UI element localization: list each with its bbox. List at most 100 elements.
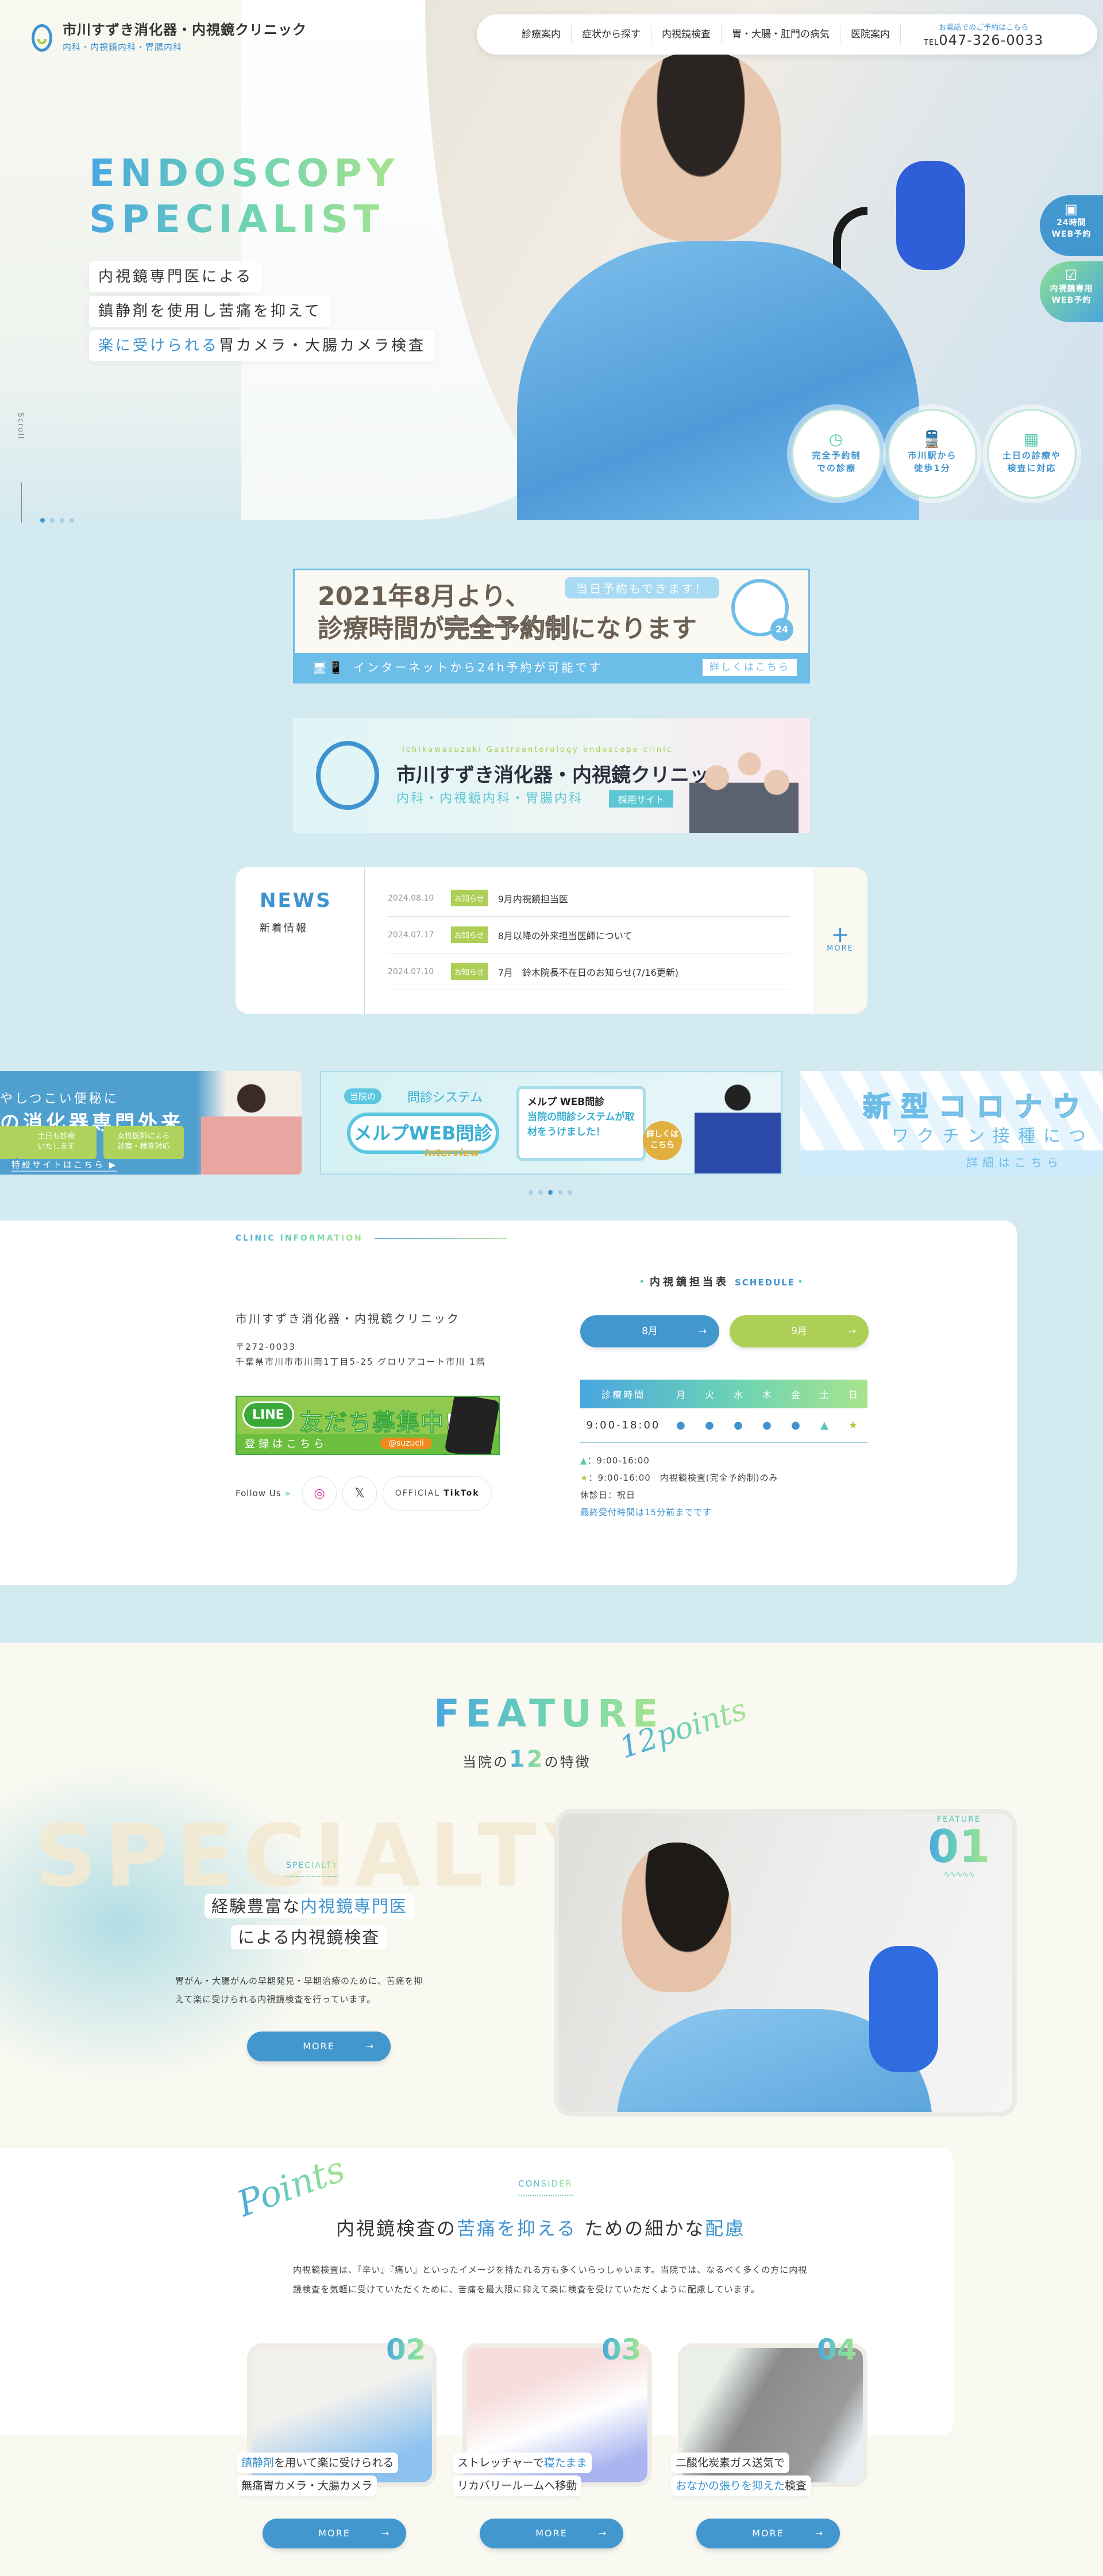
web-reservation-24h-button[interactable]: ▣ 24時間 WEB予約 — [1040, 195, 1103, 256]
news-item[interactable]: 2024.07.17 お知らせ 8月以降の外来担当医師について — [388, 917, 790, 953]
schedule-notes: ▲：9:00-16:00 ★：9:00-16:00 内視鏡検査(完全予約制)のみ… — [580, 1452, 778, 1521]
clock-icon: ◷ — [828, 430, 844, 449]
checklist-icon: ☑ — [1065, 267, 1078, 283]
clinic-name: 市川すずき消化器・内視鏡クリニック — [236, 1312, 460, 1326]
mark-cell: ▲ — [820, 1419, 828, 1431]
banner-chip: 土日も診療 いたします — [16, 1126, 97, 1159]
star-icon: ★ — [580, 1473, 589, 1483]
address: 千葉県市川市市川南1丁目5-25 グロリアコート市川 1階 — [236, 1357, 486, 1367]
point-more-button[interactable]: MORE → — [696, 2519, 840, 2548]
specialty-label: SPECIALTY — [286, 1861, 338, 1877]
instagram-icon[interactable]: ◎ — [302, 1476, 337, 1511]
recruit-en: Ichikawasuzuki Gastroenterology endoscop… — [402, 746, 673, 754]
banner-card: メルプ WEB問診 当院の問診システムが取材をうけました！ — [516, 1086, 646, 1161]
badge-number: 01 — [928, 1821, 990, 1873]
header-cell: 月 — [676, 1389, 685, 1400]
nav-item-diseases[interactable]: 胃・大腸・肛門の病気 — [722, 25, 840, 44]
special-site-link[interactable]: 特設サイトはこちら ▶ — [11, 1158, 118, 1172]
recruit-banner[interactable]: Ichikawasuzuki Gastroenterology endoscop… — [293, 718, 810, 833]
slider-dot[interactable] — [40, 518, 45, 523]
recruit-site-button[interactable]: 採用サイト — [609, 790, 674, 808]
banner-bar-text: インターネットから24h予約が可能です — [353, 661, 603, 674]
news-item[interactable]: 2024.07.10 お知らせ 7月 鈴木院長不在日のお知らせ(7/16更新) — [388, 953, 790, 990]
slider-dot[interactable] — [568, 1190, 572, 1195]
logo-name: 市川すずき消化器・内視鏡クリニック — [63, 22, 307, 38]
clock-badge: 24 — [770, 618, 793, 641]
point-more-button[interactable]: MORE → — [480, 2519, 623, 2548]
clinic-info-label: CLINIC INFORMATION — [236, 1234, 363, 1243]
carousel-banner-melp[interactable]: 当院の 問診システム メルプWEB問診 Interview メルプ WEB問診当… — [320, 1071, 782, 1175]
tiktok-button[interactable]: OFFICIAL TikTok — [383, 1476, 492, 1511]
slider-dot[interactable] — [548, 1190, 553, 1195]
banner-line2-pre: 診療時間が — [318, 614, 444, 643]
tel-prefix: TEL — [924, 38, 939, 47]
consider-label: CONSIDER — [518, 2179, 573, 2196]
scroll-indicator: Scroll — [16, 412, 25, 440]
details-link[interactable]: 詳細はこちら — [800, 1150, 1103, 1175]
recruit-name: 市川すずき消化器・内視鏡クリニック — [396, 764, 728, 787]
point-label-1: 二酸化炭素ガス送気で — [671, 2453, 790, 2473]
specialty-more-button[interactable]: MORE → — [247, 2032, 391, 2061]
news-title: 8月以降の外来担当医師について — [497, 930, 633, 941]
month-button-september[interactable]: 9月 → — [730, 1315, 869, 1347]
news-list: 2024.08.10 お知らせ 9月内視鏡担当医 2024.07.17 お知らせ 8月以… — [388, 867, 790, 990]
endoscopy-web-reservation-button[interactable]: ☑ 内視鏡専用 WEB予約 — [1040, 261, 1103, 322]
more-label: MORE — [827, 944, 854, 953]
tagline-rest: 胃カメラ・大腸カメラ検査 — [219, 337, 426, 354]
month-button-august[interactable]: 8月 → — [580, 1315, 719, 1347]
reservation-banner[interactable]: 2021年8月より、 診療時間が完全予約制になります 当日予約もできます！ 24… — [293, 569, 810, 683]
month-label: 8月 — [642, 1326, 658, 1337]
carousel-banner-digestive[interactable]: やしつこい便秘に の消化器専門外来 土日も診療 いたします 女性医師による 診察… — [0, 1071, 302, 1175]
clinic-logo[interactable]: 市川すずき消化器・内視鏡クリニック 内科・内視鏡内科・胃腸内科 — [32, 18, 307, 53]
slider-dot[interactable] — [538, 1190, 543, 1195]
slider-dot[interactable] — [70, 518, 74, 523]
specialty-watermark: SPECIALTY — [34, 1806, 615, 1906]
arrow-right-icon: → — [381, 2528, 390, 2539]
details-circle-button[interactable]: 詳しくはこちら — [643, 1121, 682, 1160]
banner-card-text: 当院の問診システムが取材をうけました！ — [527, 1111, 635, 1138]
news-more-button[interactable]: + MORE — [813, 867, 867, 1014]
feature-subtitle: 当院の12の特徴 — [462, 1746, 591, 1772]
line-id: @suzucli — [380, 1438, 432, 1449]
schedule-heading: ・内視鏡担当表 SCHEDULE・ — [637, 1276, 809, 1288]
plus-icon: + — [831, 922, 850, 947]
banner-interview: Interview — [425, 1147, 480, 1159]
details-button[interactable]: 詳しくはこちら — [703, 659, 797, 676]
phone-link[interactable]: お電話でのご予約はこちら TEL047-326-0033 — [924, 21, 1043, 48]
header-cell: 日 — [848, 1389, 858, 1400]
nav-item-symptoms[interactable]: 症状から探す — [572, 25, 651, 44]
month-label: 9月 — [791, 1326, 807, 1337]
postal-code: 〒272-0033 — [236, 1342, 296, 1352]
news-title: 7月 鈴木院長不在日のお知らせ(7/16更新) — [497, 967, 679, 978]
point-number: 03 — [601, 2333, 642, 2366]
nav-item-services[interactable]: 診療案内 — [511, 25, 572, 44]
header-cell: 診療時間 — [601, 1389, 645, 1400]
nav-item-endoscopy[interactable]: 内視鏡検査 — [651, 25, 722, 44]
clinic-address: 〒272-0033 千葉県市川市市川南1丁目5-25 グロリアコート市川 1階 — [236, 1339, 486, 1369]
schedule-table: 診療時間 月 火 水 木 金 土 日 9:00-18:00 ● ● ● ● ● … — [580, 1380, 867, 1443]
phone-illustration — [444, 1397, 499, 1454]
news-item[interactable]: 2024.08.10 お知らせ 9月内視鏡担当医 — [388, 880, 790, 917]
slider-dot[interactable] — [529, 1190, 533, 1195]
point-more-button[interactable]: MORE → — [263, 2519, 406, 2548]
specialty-heading-2: による内視鏡検査 — [231, 1925, 387, 1949]
slider-dot[interactable] — [60, 518, 64, 523]
line-friends-banner[interactable]: LINE 友だち募集中! 登録はこちら @suzucli — [236, 1396, 500, 1455]
mark-cell: ● — [791, 1419, 800, 1431]
circle-line1: 土日の診療や — [1002, 450, 1061, 461]
carousel-banner-vaccine[interactable]: 新型コロナウ ワクチン接種につ 詳細はこちら — [800, 1071, 1103, 1175]
banner-chip — [0, 1126, 17, 1159]
news-badge: お知らせ — [451, 890, 488, 906]
same-day-bubble: 当日予約もできます！ — [565, 577, 720, 598]
arrow-right-icon: → — [847, 1326, 856, 1337]
woman-photo — [201, 1077, 302, 1175]
schedule-title: 内視鏡担当表 — [650, 1276, 729, 1288]
slider-dot[interactable] — [50, 518, 55, 523]
x-icon[interactable]: 𝕏 — [342, 1476, 377, 1511]
nav-item-about[interactable]: 医院案内 — [840, 25, 901, 44]
slider-dot[interactable] — [558, 1190, 562, 1195]
header-cell: 土 — [819, 1389, 829, 1400]
mark-cell: ● — [734, 1419, 743, 1431]
schedule-row: 9:00-18:00 ● ● ● ● ● ▲ ★ — [580, 1408, 867, 1443]
point-number: 04 — [817, 2333, 857, 2366]
